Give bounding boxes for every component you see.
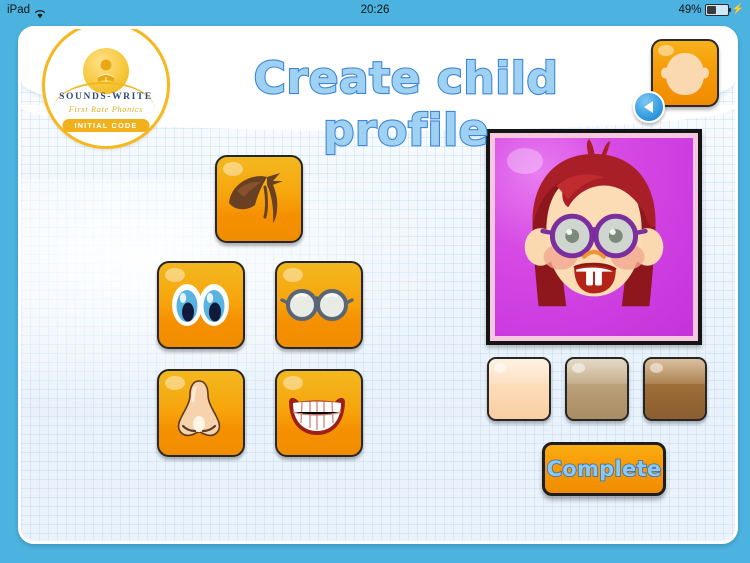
tile-eyes[interactable]	[157, 261, 245, 349]
brand-name: SOUNDS-WRITE	[59, 92, 153, 102]
clock: 20:26	[360, 4, 390, 16]
page-title: Create child profile	[252, 52, 559, 157]
tile-mouth[interactable]	[275, 369, 363, 457]
swatch-highlight	[494, 363, 507, 373]
main-card: SOUNDS-WRITE First Rate Phonics INITIAL …	[18, 26, 738, 544]
thumbnail-highlight	[658, 45, 674, 56]
skin-tone-medium[interactable]	[565, 357, 629, 421]
back-arrow-icon	[643, 101, 653, 113]
lightning-bolt-icon: ⚡	[731, 4, 744, 15]
swatch-highlight	[650, 363, 663, 373]
complete-button[interactable]: Complete	[542, 442, 666, 496]
battery-percent: 49%	[678, 4, 702, 16]
status-bar-right: 49% ⚡	[679, 0, 744, 20]
complete-button-label: Complete	[546, 456, 662, 482]
battery-icon	[704, 4, 731, 16]
skin-tone-light[interactable]	[487, 357, 551, 421]
tile-hair[interactable]	[215, 155, 303, 243]
skin-tone-dark[interactable]	[643, 357, 707, 421]
tile-glasses[interactable]	[275, 261, 363, 349]
tile-nose[interactable]	[157, 369, 245, 457]
avatar-preview	[486, 129, 702, 345]
blank-face-icon	[666, 53, 704, 96]
swatch-highlight	[572, 363, 585, 373]
brand-tagline: First Rate Phonics	[68, 105, 144, 114]
logo-badge: INITIAL CODE	[62, 119, 150, 132]
avatar-preview-canvas	[495, 138, 693, 336]
brand-logo: SOUNDS-WRITE First Rate Phonics INITIAL …	[42, 29, 170, 149]
status-bar: iPad 20:26 49% ⚡	[0, 0, 750, 20]
app-screen: iPad 20:26 49% ⚡ SOUNDS-WRITE First Rate…	[0, 0, 750, 563]
back-button[interactable]	[633, 91, 665, 123]
